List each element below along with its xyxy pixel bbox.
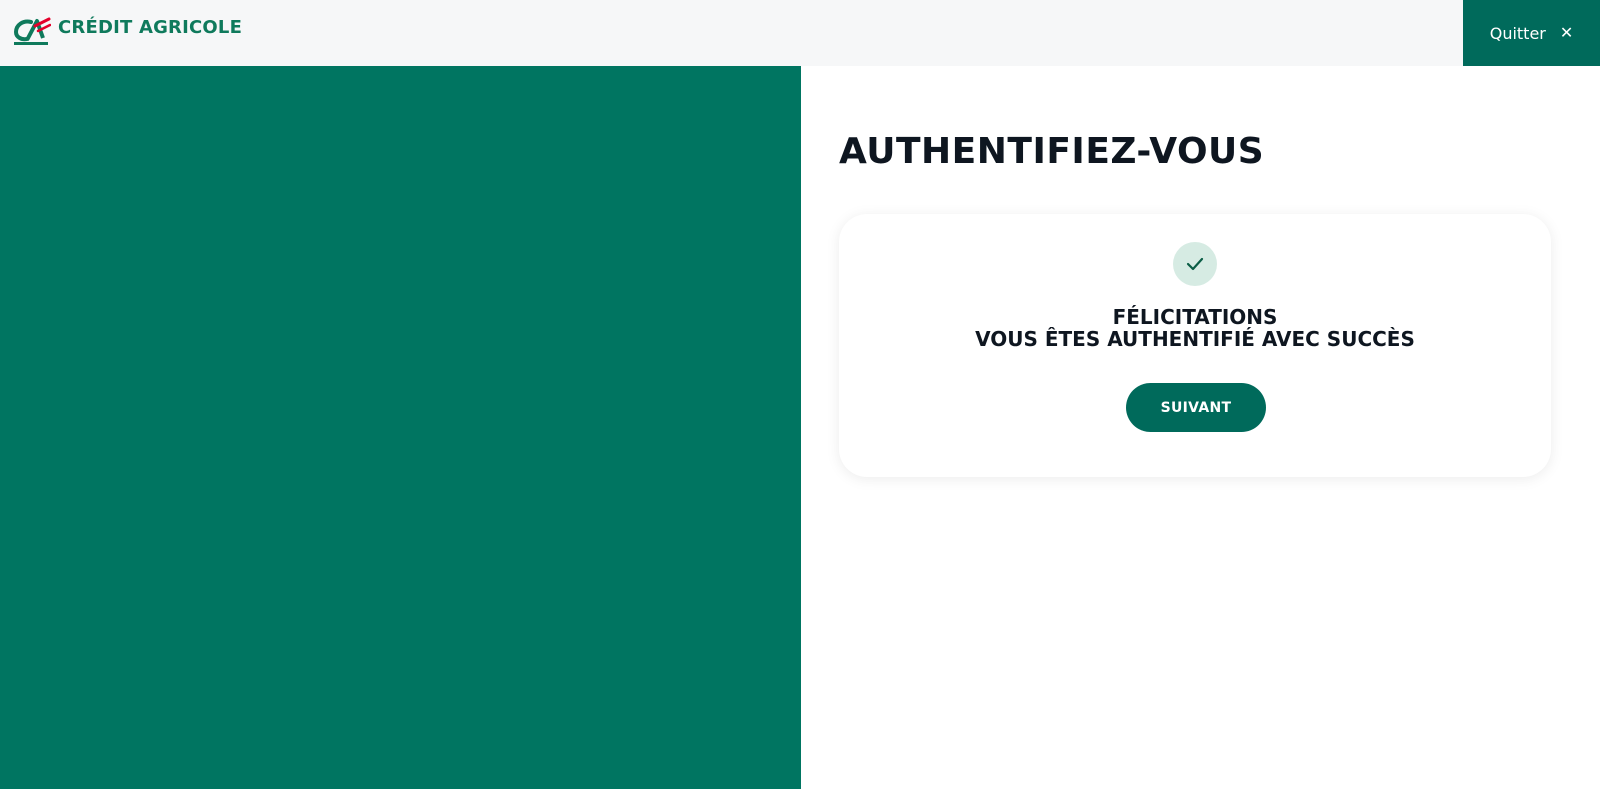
check-icon [1186, 257, 1204, 271]
page-title: AUTHENTIFIEZ-VOUS [839, 131, 1265, 172]
credit-agricole-logo-icon [13, 17, 51, 45]
quit-label: Quitter [1489, 23, 1546, 43]
brand-name: CRÉDIT AGRICOLE [58, 16, 243, 38]
credit-agricole-logo[interactable]: CRÉDIT AGRICOLE [13, 16, 242, 46]
close-icon: ✕ [1559, 23, 1574, 42]
left-decorative-panel [0, 66, 801, 789]
success-subtitle: VOUS ÊTES AUTHENTIFIÉ AVEC SUCCÈS [975, 327, 1415, 351]
success-title: FÉLICITATIONS [1112, 305, 1278, 329]
success-card: FÉLICITATIONS VOUS ÊTES AUTHENTIFIÉ AVEC… [839, 214, 1551, 477]
success-message: FÉLICITATIONS VOUS ÊTES AUTHENTIFIÉ AVEC… [839, 306, 1551, 350]
quit-button[interactable]: Quitter ✕ [1463, 0, 1600, 66]
header: CRÉDIT AGRICOLE Quitter ✕ [0, 0, 1600, 66]
next-button[interactable]: SUIVANT [1126, 383, 1266, 432]
success-check-badge [1173, 242, 1217, 286]
